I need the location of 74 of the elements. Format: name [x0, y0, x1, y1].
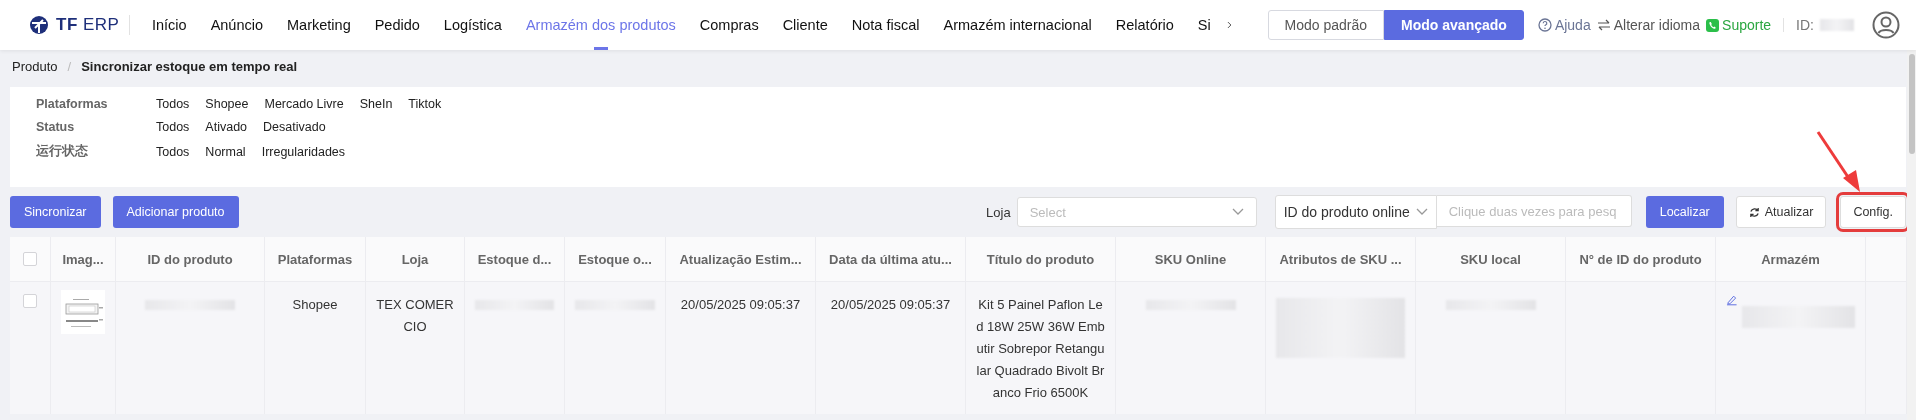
- checkbox[interactable]: [23, 252, 37, 266]
- find-button[interactable]: Localizar: [1645, 196, 1724, 228]
- filter-option[interactable]: SheIn: [359, 97, 393, 111]
- chevron-down-icon: [1231, 208, 1244, 216]
- filter-option[interactable]: Todos: [156, 120, 190, 134]
- refresh-button[interactable]: Atualizar: [1735, 196, 1827, 228]
- redacted-block: [1820, 19, 1854, 31]
- id-label: ID:: [1796, 17, 1814, 33]
- filter-option[interactable]: Irregularidades: [261, 144, 346, 159]
- phone-icon: [1706, 18, 1720, 32]
- chevron-down-icon: [1415, 208, 1428, 216]
- table-cell: 20/05/2025 09:05:37: [666, 282, 816, 414]
- table-cell: 20/05/2025 09:05:37: [816, 282, 966, 414]
- filter-option[interactable]: Todos: [156, 144, 190, 159]
- checkbox[interactable]: [23, 294, 37, 308]
- filter-label: Plataformas: [35, 97, 109, 111]
- column-header: SKU local: [1416, 237, 1566, 282]
- search-field[interactable]: Clique duas vezes para pesq: [1436, 195, 1632, 227]
- store-label: Loja: [986, 204, 1011, 220]
- column-header: Loja: [366, 237, 465, 282]
- header-link[interactable]: Alterar idioma: [1613, 17, 1701, 33]
- column-header: Imag...: [51, 237, 116, 282]
- nav-tab[interactable]: Logística: [431, 0, 514, 50]
- column-header: Estoque d...: [465, 237, 565, 282]
- column-header: SKU Online: [1116, 237, 1266, 282]
- filter-option[interactable]: Desativado: [263, 120, 326, 134]
- column-header: ID do produto: [116, 237, 265, 282]
- column-header: Atualização Estim...: [666, 237, 816, 282]
- filter-option[interactable]: Normal: [205, 144, 246, 159]
- nav-tab[interactable]: Si: [1185, 0, 1223, 50]
- column-header: N° de ID do produto: [1566, 237, 1716, 282]
- column-header: Título do produto: [966, 237, 1116, 282]
- logo-icon: [28, 15, 50, 35]
- action-button[interactable]: Adicionar produto: [112, 196, 239, 228]
- filter-option[interactable]: Mercado Livre: [264, 97, 344, 111]
- nav-tab[interactable]: Início: [139, 0, 199, 50]
- filter-option[interactable]: Todos: [156, 97, 190, 111]
- table-cell: TEX COMERCIO: [366, 282, 465, 414]
- nav-tab[interactable]: Anúncio: [198, 0, 276, 50]
- table-cell: Kit 5 Painel Paflon Led 18W 25W 36W Embutir Sobrepor Retangular Quadrado Bivolt Branco Frio 6500K: [966, 282, 1116, 414]
- refresh-icon: [1748, 206, 1760, 218]
- search-type-select[interactable]: ID do produto online: [1274, 195, 1437, 229]
- header-link[interactable]: Ajuda: [1554, 17, 1591, 33]
- nav-tab[interactable]: Compras: [687, 0, 771, 50]
- mode-toggle[interactable]: Modo avançado: [1384, 10, 1524, 40]
- breadcrumb-separator: /: [67, 59, 72, 76]
- filter-label: Status: [35, 120, 76, 134]
- column-header: Estoque o...: [565, 237, 666, 282]
- avatar-icon[interactable]: [1872, 11, 1900, 39]
- breadcrumb-item[interactable]: Produto: [12, 59, 58, 81]
- column-header: Atributos de SKU ...: [1266, 237, 1416, 282]
- table-cell: Shopee: [265, 282, 366, 414]
- swap-arrows-icon: [1596, 19, 1611, 31]
- logo-text: TF ERP: [56, 15, 120, 35]
- filter-label: 运行状态: [35, 143, 89, 160]
- nav-tab[interactable]: Armazém dos produtos: [513, 0, 688, 50]
- nav-tab[interactable]: Relatório: [1103, 0, 1186, 50]
- edit-icon[interactable]: [1726, 294, 1738, 306]
- nav-tab[interactable]: Nota fiscal: [839, 0, 932, 50]
- scrollbar-thumb[interactable]: [1909, 54, 1915, 154]
- nav-tab[interactable]: Armazém internacional: [931, 0, 1104, 50]
- mode-toggle[interactable]: Modo padrão: [1267, 10, 1385, 40]
- nav-tab[interactable]: Cliente: [770, 0, 840, 50]
- action-button[interactable]: Sincronizar: [10, 196, 101, 228]
- column-header: Data da última atu...: [816, 237, 966, 282]
- column-header: Plataformas: [265, 237, 366, 282]
- help-icon: [1537, 18, 1552, 32]
- filter-option[interactable]: Ativado: [205, 120, 248, 134]
- breadcrumb-item: Sincronizar estoque em tempo real: [81, 59, 298, 76]
- nav-tab[interactable]: Pedido: [362, 0, 432, 50]
- nav-tab[interactable]: Marketing: [275, 0, 363, 50]
- column-header: Armazém: [1716, 237, 1866, 282]
- filter-option[interactable]: Tiktok: [408, 97, 442, 111]
- filter-option[interactable]: Shopee: [205, 97, 249, 111]
